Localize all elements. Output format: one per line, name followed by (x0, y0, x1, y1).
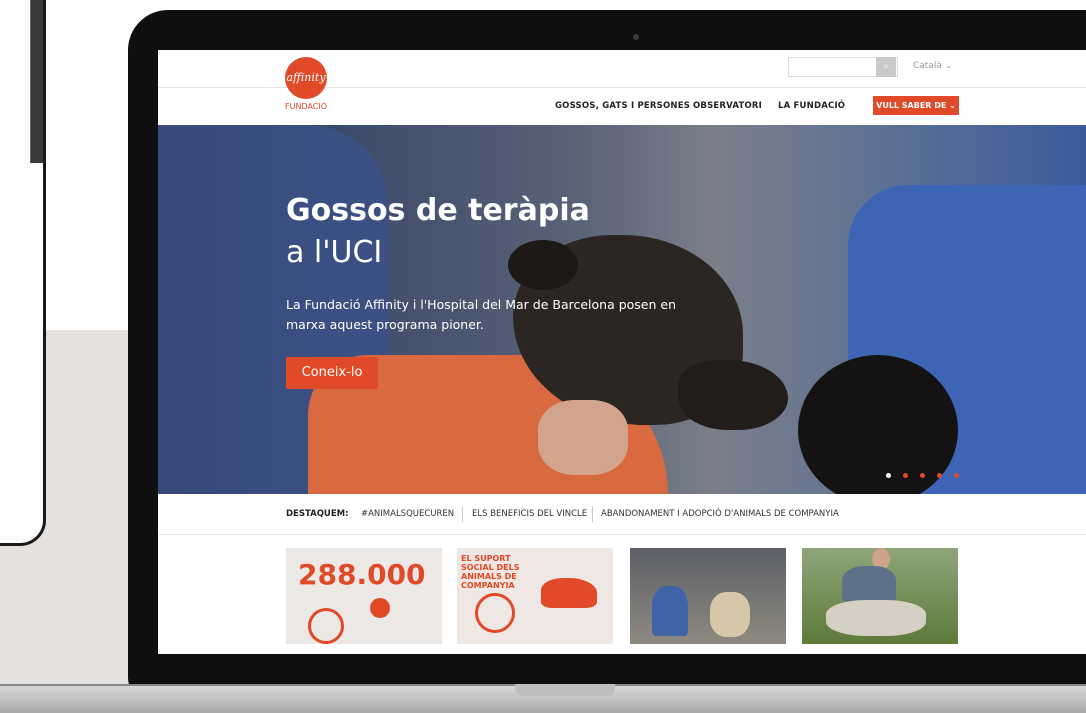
card-infographic-288000[interactable]: 288.000 (286, 548, 442, 644)
card-photo-street[interactable] (630, 548, 786, 644)
search-icon[interactable]: ⌕ (876, 57, 896, 77)
highlight-abandonament[interactable]: ABANDONAMENT I ADOPCIÓ D'ANIMALS DE COMP… (601, 509, 839, 519)
highlight-animalsquecuren[interactable]: #ANIMALSQUECUREN (361, 509, 454, 519)
carousel-dot[interactable] (920, 473, 925, 478)
nav-observatori[interactable]: OBSERVATORI (693, 101, 762, 111)
cta-label: VULL SABER DE (876, 101, 947, 110)
nav-la-fundacio[interactable]: LA FUNDACIÓ (778, 101, 845, 111)
divider (462, 506, 463, 522)
coneix-lo-button[interactable]: Coneix-lo (286, 357, 378, 389)
website-screen: ⌕ Català ⌄ affinity FUNDACIÓ GOSSOS, GAT… (158, 50, 1086, 654)
chart-ring (475, 593, 515, 633)
chevron-down-icon: ⌄ (949, 101, 956, 110)
hero-subtitle: a l'UCI (286, 235, 383, 270)
carousel-dot[interactable] (886, 473, 891, 478)
nav-gossos-gats[interactable]: GOSSOS, GATS I PERSONES (555, 101, 690, 111)
vull-saber-de-button[interactable]: VULL SABER DE ⌄ (873, 96, 959, 115)
carousel-dot[interactable] (954, 473, 959, 478)
dog-figure (710, 592, 750, 637)
dog-ear (508, 240, 578, 290)
hero-description: La Fundació Affinity i l'Hospital del Ma… (286, 297, 677, 332)
carousel-dots (886, 473, 959, 478)
dog-illustration (541, 578, 597, 608)
highlights-label: DESTAQUEM: (286, 509, 349, 519)
chart-ring (308, 608, 344, 644)
carousel-dot[interactable] (937, 473, 942, 478)
laptop-notch (515, 684, 615, 696)
language-selector[interactable]: Català ⌄ (913, 61, 952, 71)
card-title: EL SUPORT SOCIAL DELS ANIMALS DE COMPANY… (461, 554, 520, 590)
hand (538, 400, 628, 475)
tablet-screen (30, 0, 43, 163)
logo[interactable]: affinity (285, 57, 327, 99)
card-photo-field[interactable] (802, 548, 958, 644)
highlight-beneficis[interactable]: ELS BENEFICIS DEL VINCLE (472, 509, 587, 519)
carousel-dot[interactable] (903, 473, 908, 478)
dog-snout (678, 360, 788, 430)
language-label: Català (913, 61, 942, 71)
tablet-device (0, 0, 46, 546)
chevron-down-icon: ⌄ (944, 61, 953, 71)
card-infographic-suport-social[interactable]: EL SUPORT SOCIAL DELS ANIMALS DE COMPANY… (457, 548, 613, 644)
laptop-camera (633, 34, 639, 40)
logo-subtitle: FUNDACIÓ (285, 102, 328, 111)
divider (592, 506, 593, 522)
person-figure (842, 566, 896, 602)
chart-dot (370, 598, 390, 618)
card-number: 288.000 (298, 558, 426, 591)
person-figure (652, 586, 688, 636)
dog-figure (826, 600, 926, 636)
hero-title: Gossos de teràpia (286, 193, 590, 228)
